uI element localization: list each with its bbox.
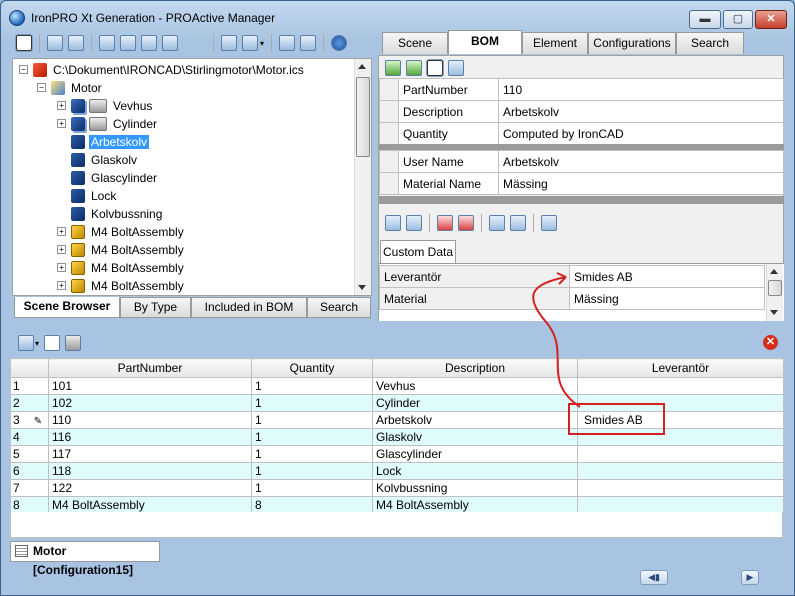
annotation-overlay [532, 272, 665, 435]
highlight-arrow [532, 276, 581, 408]
highlight-box [568, 403, 665, 435]
